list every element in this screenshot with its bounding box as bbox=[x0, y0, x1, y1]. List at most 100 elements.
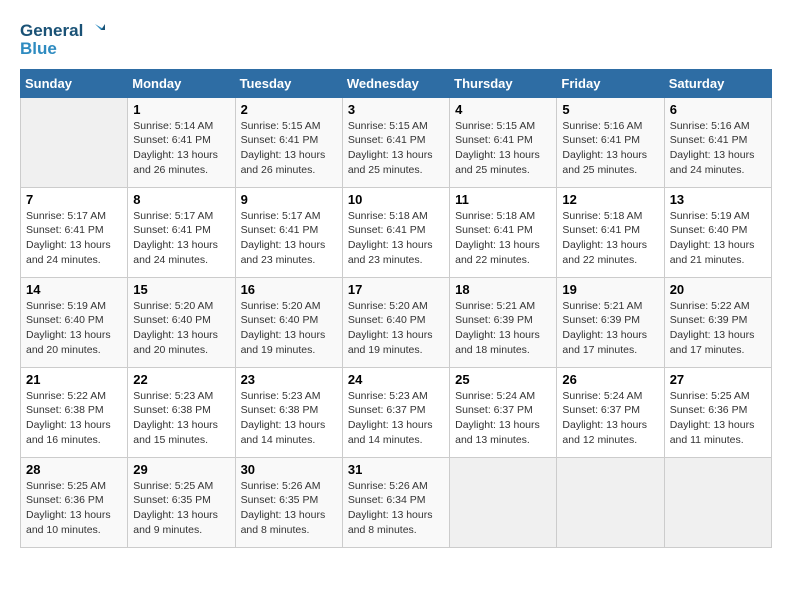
day-number: 28 bbox=[26, 462, 122, 477]
day-number: 5 bbox=[562, 102, 658, 117]
day-number: 19 bbox=[562, 282, 658, 297]
day-info: Sunrise: 5:17 AM Sunset: 6:41 PM Dayligh… bbox=[241, 209, 337, 268]
calendar-cell: 23 Sunrise: 5:23 AM Sunset: 6:38 PM Dayli… bbox=[235, 367, 342, 457]
day-info: Sunrise: 5:17 AM Sunset: 6:41 PM Dayligh… bbox=[133, 209, 229, 268]
day-number: 31 bbox=[348, 462, 444, 477]
logo: General Blue bbox=[20, 20, 105, 59]
weekday-label: Monday bbox=[128, 69, 235, 97]
day-info: Sunrise: 5:26 AM Sunset: 6:34 PM Dayligh… bbox=[348, 479, 444, 538]
calendar-cell: 10Sunrise: 5:18 AM Sunset: 6:41 PM Dayli… bbox=[342, 187, 449, 277]
day-number: 27 bbox=[670, 372, 766, 387]
calendar-week-row: 7 Sunrise: 5:17 AM Sunset: 6:41 PM Daylig… bbox=[21, 187, 772, 277]
day-number: 14 bbox=[26, 282, 122, 297]
day-info: Sunrise: 5:23 AM Sunset: 6:38 PM Dayligh… bbox=[133, 389, 229, 448]
calendar-cell: 28 Sunrise: 5:25 AM Sunset: 6:36 PM Dayli… bbox=[21, 457, 128, 547]
calendar-cell: 18 Sunrise: 5:21 AM Sunset: 6:39 PM Dayli… bbox=[450, 277, 557, 367]
day-number: 15 bbox=[133, 282, 229, 297]
weekday-label: Tuesday bbox=[235, 69, 342, 97]
calendar-week-row: 21 Sunrise: 5:22 AM Sunset: 6:38 PM Dayli… bbox=[21, 367, 772, 457]
day-number: 1 bbox=[133, 102, 229, 117]
calendar-cell: 15 Sunrise: 5:20 AM Sunset: 6:40 PM Dayli… bbox=[128, 277, 235, 367]
logo-graphic: General Blue bbox=[20, 20, 105, 59]
day-number: 17 bbox=[348, 282, 444, 297]
day-info: Sunrise: 5:18 AM Sunset: 6:41 PM Dayligh… bbox=[562, 209, 658, 268]
calendar-cell bbox=[664, 457, 771, 547]
calendar-cell: 3 Sunrise: 5:15 AM Sunset: 6:41 PM Daylig… bbox=[342, 97, 449, 187]
calendar-cell: 22Sunrise: 5:23 AM Sunset: 6:38 PM Dayli… bbox=[128, 367, 235, 457]
page-header: General Blue bbox=[20, 20, 772, 59]
day-info: Sunrise: 5:16 AM Sunset: 6:41 PM Dayligh… bbox=[562, 119, 658, 178]
day-number: 30 bbox=[241, 462, 337, 477]
logo-bird-icon bbox=[83, 20, 105, 42]
day-info: Sunrise: 5:16 AM Sunset: 6:41 PM Dayligh… bbox=[670, 119, 766, 178]
day-number: 13 bbox=[670, 192, 766, 207]
weekday-row: SundayMondayTuesdayWednesdayThursdayFrid… bbox=[21, 69, 772, 97]
calendar-table: SundayMondayTuesdayWednesdayThursdayFrid… bbox=[20, 69, 772, 548]
logo-text-blue: Blue bbox=[20, 40, 105, 59]
calendar-cell bbox=[21, 97, 128, 187]
calendar-cell: 27Sunrise: 5:25 AM Sunset: 6:36 PM Dayli… bbox=[664, 367, 771, 457]
day-info: Sunrise: 5:15 AM Sunset: 6:41 PM Dayligh… bbox=[241, 119, 337, 178]
day-number: 3 bbox=[348, 102, 444, 117]
day-info: Sunrise: 5:22 AM Sunset: 6:39 PM Dayligh… bbox=[670, 299, 766, 358]
day-info: Sunrise: 5:20 AM Sunset: 6:40 PM Dayligh… bbox=[133, 299, 229, 358]
calendar-header: SundayMondayTuesdayWednesdayThursdayFrid… bbox=[21, 69, 772, 97]
day-info: Sunrise: 5:18 AM Sunset: 6:41 PM Dayligh… bbox=[455, 209, 551, 268]
calendar-cell: 13 Sunrise: 5:19 AM Sunset: 6:40 PM Dayli… bbox=[664, 187, 771, 277]
day-number: 20 bbox=[670, 282, 766, 297]
calendar-cell: 8 Sunrise: 5:17 AM Sunset: 6:41 PM Daylig… bbox=[128, 187, 235, 277]
day-info: Sunrise: 5:21 AM Sunset: 6:39 PM Dayligh… bbox=[455, 299, 551, 358]
day-info: Sunrise: 5:22 AM Sunset: 6:38 PM Dayligh… bbox=[26, 389, 122, 448]
day-info: Sunrise: 5:15 AM Sunset: 6:41 PM Dayligh… bbox=[348, 119, 444, 178]
calendar-cell: 16 Sunrise: 5:20 AM Sunset: 6:40 PM Dayli… bbox=[235, 277, 342, 367]
day-number: 18 bbox=[455, 282, 551, 297]
calendar-cell: 4Sunrise: 5:15 AM Sunset: 6:41 PM Daylig… bbox=[450, 97, 557, 187]
day-info: Sunrise: 5:23 AM Sunset: 6:38 PM Dayligh… bbox=[241, 389, 337, 448]
day-info: Sunrise: 5:20 AM Sunset: 6:40 PM Dayligh… bbox=[241, 299, 337, 358]
day-number: 6 bbox=[670, 102, 766, 117]
calendar-cell: 29 Sunrise: 5:25 AM Sunset: 6:35 PM Dayli… bbox=[128, 457, 235, 547]
day-info: Sunrise: 5:24 AM Sunset: 6:37 PM Dayligh… bbox=[562, 389, 658, 448]
weekday-label: Thursday bbox=[450, 69, 557, 97]
day-info: Sunrise: 5:17 AM Sunset: 6:41 PM Dayligh… bbox=[26, 209, 122, 268]
day-number: 9 bbox=[241, 192, 337, 207]
calendar-cell: 26Sunrise: 5:24 AM Sunset: 6:37 PM Dayli… bbox=[557, 367, 664, 457]
calendar-cell: 19 Sunrise: 5:21 AM Sunset: 6:39 PM Dayli… bbox=[557, 277, 664, 367]
calendar-cell bbox=[557, 457, 664, 547]
calendar-cell: 20 Sunrise: 5:22 AM Sunset: 6:39 PM Dayli… bbox=[664, 277, 771, 367]
calendar-cell: 12 Sunrise: 5:18 AM Sunset: 6:41 PM Dayli… bbox=[557, 187, 664, 277]
calendar-cell: 9 Sunrise: 5:17 AM Sunset: 6:41 PM Daylig… bbox=[235, 187, 342, 277]
day-info: Sunrise: 5:25 AM Sunset: 6:36 PM Dayligh… bbox=[26, 479, 122, 538]
weekday-label: Friday bbox=[557, 69, 664, 97]
weekday-label: Saturday bbox=[664, 69, 771, 97]
weekday-label: Wednesday bbox=[342, 69, 449, 97]
calendar-cell bbox=[450, 457, 557, 547]
calendar-cell: 31 Sunrise: 5:26 AM Sunset: 6:34 PM Dayli… bbox=[342, 457, 449, 547]
calendar-cell: 24Sunrise: 5:23 AM Sunset: 6:37 PM Dayli… bbox=[342, 367, 449, 457]
day-number: 12 bbox=[562, 192, 658, 207]
day-number: 8 bbox=[133, 192, 229, 207]
calendar-cell: 21 Sunrise: 5:22 AM Sunset: 6:38 PM Dayli… bbox=[21, 367, 128, 457]
day-number: 7 bbox=[26, 192, 122, 207]
day-number: 16 bbox=[241, 282, 337, 297]
calendar-week-row: 14 Sunrise: 5:19 AM Sunset: 6:40 PM Dayli… bbox=[21, 277, 772, 367]
day-info: Sunrise: 5:26 AM Sunset: 6:35 PM Dayligh… bbox=[241, 479, 337, 538]
day-info: Sunrise: 5:25 AM Sunset: 6:35 PM Dayligh… bbox=[133, 479, 229, 538]
day-info: Sunrise: 5:18 AM Sunset: 6:41 PM Dayligh… bbox=[348, 209, 444, 268]
weekday-label: Sunday bbox=[21, 69, 128, 97]
calendar-cell: 5 Sunrise: 5:16 AM Sunset: 6:41 PM Daylig… bbox=[557, 97, 664, 187]
day-info: Sunrise: 5:15 AM Sunset: 6:41 PM Dayligh… bbox=[455, 119, 551, 178]
day-info: Sunrise: 5:21 AM Sunset: 6:39 PM Dayligh… bbox=[562, 299, 658, 358]
calendar-cell: 6 Sunrise: 5:16 AM Sunset: 6:41 PM Daylig… bbox=[664, 97, 771, 187]
day-number: 2 bbox=[241, 102, 337, 117]
day-number: 23 bbox=[241, 372, 337, 387]
calendar-cell: 14 Sunrise: 5:19 AM Sunset: 6:40 PM Dayli… bbox=[21, 277, 128, 367]
calendar-cell: 30 Sunrise: 5:26 AM Sunset: 6:35 PM Dayli… bbox=[235, 457, 342, 547]
day-number: 21 bbox=[26, 372, 122, 387]
day-info: Sunrise: 5:19 AM Sunset: 6:40 PM Dayligh… bbox=[670, 209, 766, 268]
day-number: 29 bbox=[133, 462, 229, 477]
calendar-week-row: 1 Sunrise: 5:14 AM Sunset: 6:41 PM Daylig… bbox=[21, 97, 772, 187]
day-info: Sunrise: 5:23 AM Sunset: 6:37 PM Dayligh… bbox=[348, 389, 444, 448]
day-info: Sunrise: 5:19 AM Sunset: 6:40 PM Dayligh… bbox=[26, 299, 122, 358]
day-info: Sunrise: 5:14 AM Sunset: 6:41 PM Dayligh… bbox=[133, 119, 229, 178]
